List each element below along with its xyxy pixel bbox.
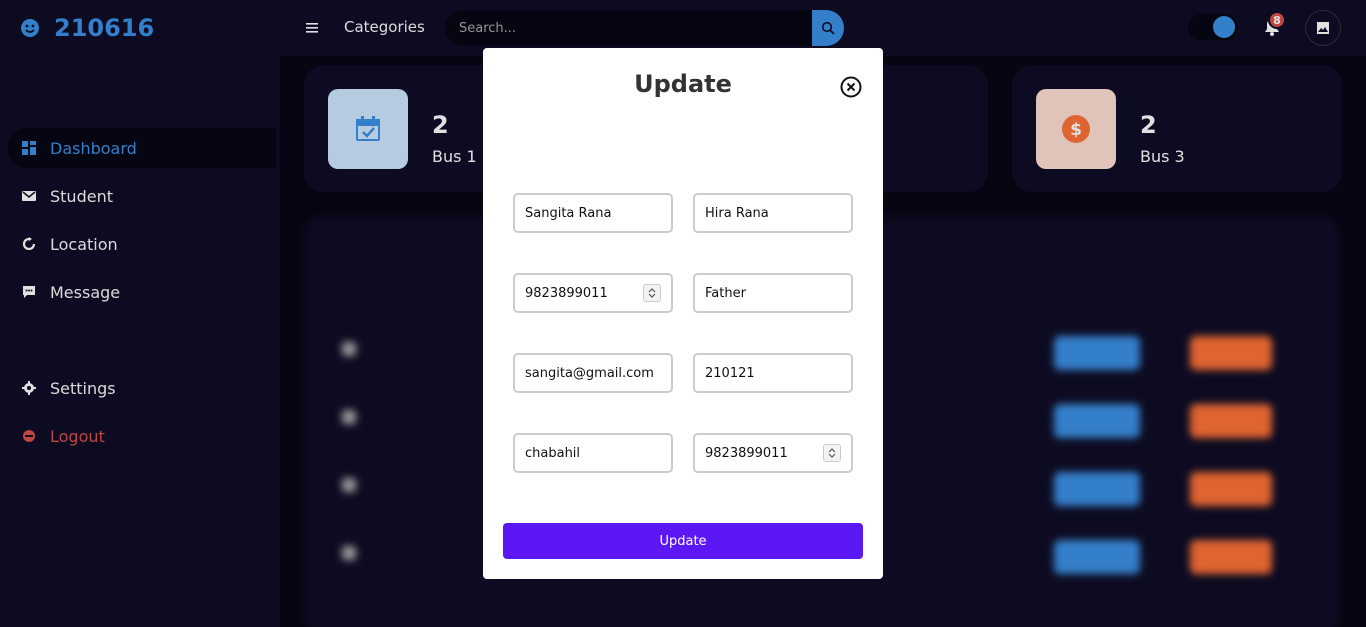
logout-icon bbox=[23, 430, 35, 442]
update-modal: Update Sangita Rana Hira Rana 9823899011… bbox=[483, 48, 883, 579]
stat-label: Bus 1 bbox=[432, 147, 477, 166]
email-field[interactable]: sangita@gmail.com bbox=[513, 353, 673, 393]
broken-image-icon bbox=[1317, 22, 1329, 34]
dollar-icon: $ bbox=[1062, 115, 1090, 143]
row-update-button[interactable] bbox=[1054, 540, 1140, 574]
categories-link[interactable]: Categories bbox=[344, 18, 425, 36]
sidebar-item-label: Settings bbox=[50, 378, 116, 398]
grid-icon bbox=[22, 141, 36, 155]
phone-field[interactable]: 9823899011 bbox=[513, 273, 673, 313]
svg-text:$: $ bbox=[1070, 120, 1082, 140]
calendar-check-icon bbox=[356, 116, 380, 141]
id-field[interactable]: 210121 bbox=[693, 353, 853, 393]
notification-badge: 8 bbox=[1268, 11, 1286, 29]
row-delete-button[interactable] bbox=[1190, 540, 1272, 574]
search-icon bbox=[821, 21, 835, 35]
row-delete-button[interactable] bbox=[1190, 336, 1272, 370]
guardian-phone-value: 9823899011 bbox=[705, 445, 788, 461]
stat-tile: $ bbox=[1036, 89, 1116, 169]
search-button[interactable] bbox=[812, 10, 844, 46]
number-spinner[interactable] bbox=[643, 284, 661, 302]
sidebar-item-label: Student bbox=[50, 186, 113, 206]
message-icon bbox=[23, 286, 35, 298]
sidebar-item-label: Location bbox=[50, 234, 118, 254]
smile-icon bbox=[21, 19, 39, 37]
row-delete-button[interactable] bbox=[1190, 472, 1272, 506]
close-icon[interactable] bbox=[840, 76, 862, 98]
sidebar-item-student[interactable]: Student bbox=[0, 172, 280, 220]
sidebar: 210616 Dashboard Student Location Messag… bbox=[0, 0, 280, 627]
sidebar-item-location[interactable]: Location bbox=[0, 220, 280, 268]
stat-value: 2 bbox=[1140, 111, 1157, 139]
circle-arrow-icon bbox=[22, 237, 36, 251]
theme-toggle[interactable] bbox=[1188, 14, 1238, 40]
address-field[interactable]: chabahil bbox=[513, 433, 673, 473]
sidebar-menu-bottom: Settings Logout bbox=[0, 364, 280, 460]
stat-card: $ 2 Bus 3 bbox=[1012, 65, 1342, 192]
phone-value: 9823899011 bbox=[525, 285, 608, 301]
guardian-name-field[interactable]: Hira Rana bbox=[693, 193, 853, 233]
row-update-button[interactable] bbox=[1054, 472, 1140, 506]
sidebar-item-settings[interactable]: Settings bbox=[0, 364, 280, 412]
search-input[interactable] bbox=[445, 10, 813, 46]
avatar[interactable] bbox=[1305, 10, 1341, 46]
update-submit-button[interactable]: Update bbox=[503, 523, 863, 559]
brand-name: 210616 bbox=[54, 14, 155, 42]
brand[interactable]: 210616 bbox=[20, 14, 154, 42]
modal-title: Update bbox=[634, 70, 732, 98]
stat-tile bbox=[328, 89, 408, 169]
chevron-down-icon bbox=[828, 453, 836, 458]
toggle-knob bbox=[1213, 16, 1235, 38]
hamburger-menu-icon[interactable] bbox=[304, 20, 320, 36]
mail-icon bbox=[22, 191, 36, 201]
guardian-phone-field[interactable]: 9823899011 bbox=[693, 433, 853, 473]
chevron-down-icon bbox=[648, 293, 656, 298]
sidebar-menu-top: Dashboard Student Location Message bbox=[0, 124, 280, 316]
sidebar-item-label: Message bbox=[50, 282, 121, 302]
relation-field[interactable]: Father bbox=[693, 273, 853, 313]
sidebar-item-message[interactable]: Message bbox=[0, 268, 280, 316]
sidebar-item-label: Logout bbox=[50, 426, 105, 446]
sidebar-item-logout[interactable]: Logout bbox=[0, 412, 280, 460]
sidebar-item-label: Dashboard bbox=[50, 138, 137, 158]
student-name-field[interactable]: Sangita Rana bbox=[513, 193, 673, 233]
stat-label: Bus 3 bbox=[1140, 147, 1185, 166]
stat-value: 2 bbox=[432, 111, 449, 139]
number-spinner[interactable] bbox=[823, 444, 841, 462]
search-form bbox=[445, 10, 844, 46]
row-update-button[interactable] bbox=[1054, 336, 1140, 370]
gear-icon bbox=[22, 381, 36, 395]
row-delete-button[interactable] bbox=[1190, 404, 1272, 438]
sidebar-item-dashboard[interactable]: Dashboard bbox=[0, 124, 280, 172]
row-update-button[interactable] bbox=[1054, 404, 1140, 438]
